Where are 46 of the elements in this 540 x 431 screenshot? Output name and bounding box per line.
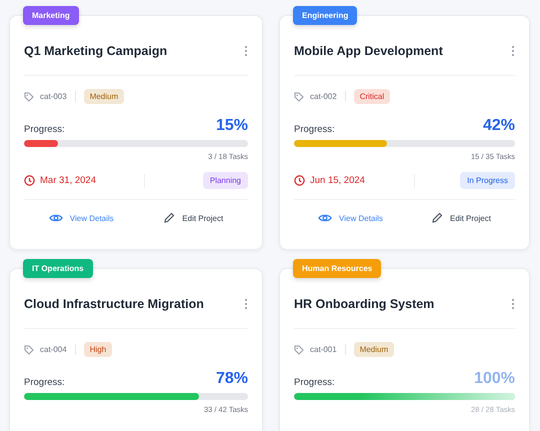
- tag-icon: [294, 92, 304, 102]
- more-icon: [244, 45, 248, 57]
- category-code: cat-004: [40, 345, 67, 354]
- progress-label: Progress:: [24, 377, 65, 388]
- status-badge: Planning: [202, 172, 248, 189]
- due-date: Mar 31, 2024: [40, 175, 96, 186]
- category-badge: Human Resources: [293, 259, 382, 278]
- tag-icon: [294, 344, 304, 354]
- project-title: Mobile App Development: [294, 44, 443, 58]
- tag-icon: [24, 92, 34, 102]
- category-code: cat-002: [310, 92, 337, 101]
- progress-percent: 42%: [482, 117, 515, 135]
- priority-badge: Critical: [354, 89, 390, 104]
- priority-badge: High: [84, 342, 112, 357]
- more-icon: [244, 298, 248, 310]
- category-code: cat-001: [310, 345, 337, 354]
- more-icon: [511, 45, 515, 57]
- priority-badge: Medium: [354, 342, 394, 357]
- pencil-icon: [431, 212, 444, 224]
- more-icon: [511, 298, 515, 310]
- progress-label: Progress:: [24, 124, 65, 135]
- tag-icon: [24, 344, 34, 354]
- progress-label: Progress:: [294, 124, 335, 135]
- eye-icon: [48, 213, 63, 223]
- priority-badge: Medium: [84, 89, 124, 104]
- due-date: Jun 15, 2024: [310, 175, 365, 186]
- pencil-icon: [163, 212, 176, 224]
- project-title: Cloud Infrastructure Migration: [24, 297, 204, 311]
- clock-icon: [294, 175, 305, 186]
- clock-icon: [24, 175, 35, 186]
- progress-percent: 78%: [216, 370, 248, 388]
- category-badge: Engineering: [293, 6, 358, 25]
- edit-project-link[interactable]: Edit Project: [427, 210, 495, 226]
- view-details-link[interactable]: View Details: [44, 210, 118, 226]
- eye-icon: [318, 213, 332, 223]
- progress-percent: 100%: [474, 370, 515, 388]
- progress-label: Progress:: [294, 377, 335, 388]
- progress-percent: 15%: [216, 117, 248, 135]
- category-badge: IT Operations: [23, 259, 93, 278]
- project-title: Q1 Marketing Campaign: [24, 44, 168, 58]
- project-title: HR Onboarding System: [294, 297, 434, 311]
- edit-project-link[interactable]: Edit Project: [159, 210, 228, 226]
- view-details-link[interactable]: View Details: [314, 210, 387, 226]
- status-badge: In Progress: [460, 172, 515, 189]
- category-code: cat-003: [40, 92, 67, 101]
- category-badge: Marketing: [23, 6, 79, 25]
